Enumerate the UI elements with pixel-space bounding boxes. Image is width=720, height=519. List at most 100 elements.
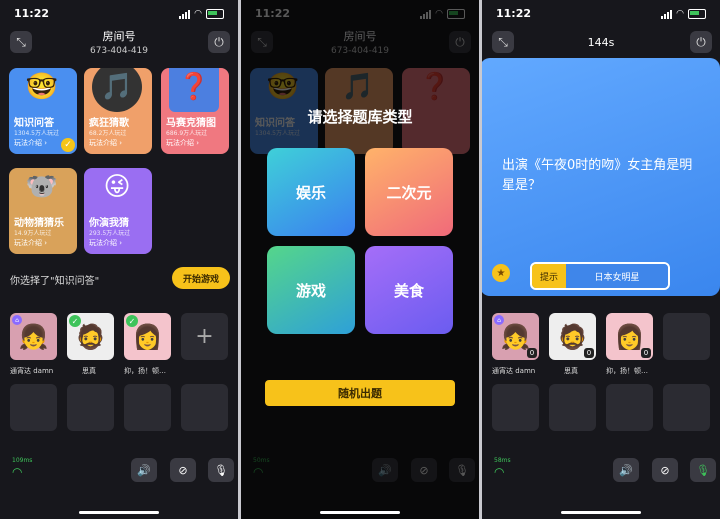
player-seat[interactable]: 👩 ✓ [124,313,171,360]
wifi-icon: ◠ [12,465,23,479]
hint-value: 日本女明星 [566,264,668,288]
empty-seat[interactable] [181,384,228,431]
mic-off-icon[interactable]: 🎙 [208,458,234,482]
category-count: 68.2万人玩过 [89,130,127,137]
phone-quiz-question: 11:22 ◠ ⤡ 144s ⏻ 出演《午夜0时的吻》女主角是明星是？ ★ 提示… [482,0,720,519]
wink-face-icon: 😜 [103,172,131,202]
overlay-title: 请选择题库类型 [307,108,413,126]
category-option-entertainment[interactable]: 娱乐 [267,148,355,236]
power-icon[interactable]: ⏻ [690,31,712,53]
score-badge: 0 [527,348,537,358]
category-name: 你演我猜 [89,218,129,229]
wifi-icon: ◠ [676,9,684,19]
player-name: 抑，扬！顿… [606,367,648,375]
room-number: 673-404-419 [89,46,149,56]
ready-check-icon: ✓ [126,315,138,327]
category-option-food[interactable]: 美食 [365,246,453,334]
add-seat-button[interactable]: + [181,313,228,360]
speaker-icon[interactable]: 🔊 [613,458,639,482]
host-icon: ⌂ [12,315,22,325]
screenshot-composite: 11:22 ◠ ⤡ 房间号 673-404-419 ⏻ 🤓 知识问答 1304.… [0,0,720,519]
music-disc-icon: 🎵 [92,68,142,112]
plus-icon: + [195,324,214,349]
home-indicator [79,511,159,514]
signal-icon [661,9,673,19]
score-badge: 0 [584,348,594,358]
question-text: 出演《午夜0时的吻》女主角是明星是？ [502,158,693,193]
player-name: 抑，扬！顿… [124,367,166,375]
category-name: 疯狂猜歌 [89,118,129,129]
player-seat[interactable]: 🧔 0 [549,313,596,360]
wifi-icon: ◠ [494,465,505,479]
category-name: 动物猜猜乐 [14,218,64,229]
home-indicator [320,511,400,514]
category-name: 知识问答 [14,118,54,129]
battery-icon [688,9,706,19]
category-intro-link[interactable]: 玩法介绍 › [89,238,122,248]
camera-off-icon[interactable]: ⊘ [652,458,678,482]
battery-icon [206,9,224,19]
category-intro-link[interactable]: 玩法介绍 › [89,138,122,148]
mic-on-icon[interactable]: 🎙 [690,458,716,482]
countdown-timer: 144s [587,36,615,49]
category-card-animal[interactable]: 🐨 动物猜猜乐 14.9万人玩过 玩法介绍 › [9,168,77,254]
hint-box[interactable]: 提示 日本女明星 [530,262,670,290]
power-icon[interactable]: ⏻ [208,31,230,53]
category-card-quiz[interactable]: 🤓 知识问答 1304.5万人玩过 玩法介绍 › ✓ [9,68,77,154]
hint-label: 提示 [532,264,566,288]
player-seat[interactable]: 🧔 ✓ [67,313,114,360]
status-icons: ◠ [661,9,706,19]
latency-text: 58ms [494,457,511,464]
status-time: 11:22 [496,7,532,20]
status-icons: ◠ [179,9,224,19]
signal-icon [179,9,191,19]
empty-seat[interactable] [67,384,114,431]
medal-icon: ★ [492,264,510,282]
empty-seat[interactable] [124,384,171,431]
speaker-icon[interactable]: 🔊 [131,458,157,482]
category-count: 1304.5万人玩过 [14,130,59,137]
start-game-button[interactable]: 开始游戏 [172,267,230,289]
empty-seat[interactable] [549,384,596,431]
category-count: 293.5万人玩过 [89,230,131,237]
host-icon: ⌂ [494,315,504,325]
score-badge: 0 [641,348,651,358]
category-card-song[interactable]: 🎵 疯狂猜歌 68.2万人玩过 玩法介绍 › [84,68,152,154]
question-card: 出演《午夜0时的吻》女主角是明星是？ ★ 提示 日本女明星 [482,58,720,296]
latency-text: 109ms [12,457,33,464]
empty-seat[interactable] [663,313,710,360]
random-question-button[interactable]: 随机出题 [265,380,455,406]
check-icon: ✓ [61,138,75,152]
empty-seat[interactable] [663,384,710,431]
room-label: 房间号 [102,30,136,43]
category-count: 14.9万人玩过 [14,230,52,237]
empty-seat[interactable] [10,384,57,431]
category-option-anime[interactable]: 二次元 [365,148,453,236]
category-intro-link[interactable]: 玩法介绍 › [14,138,47,148]
player-seat[interactable]: 👧 ⌂ [10,313,57,360]
phone-game-select: 11:22 ◠ ⤡ 房间号 673-404-419 ⏻ 🤓 知识问答 1304.… [0,0,238,519]
player-seat[interactable]: 👧 ⌂ 0 [492,313,539,360]
player-seat[interactable]: 👩 0 [606,313,653,360]
category-intro-link[interactable]: 玩法介绍 › [166,138,199,148]
ready-check-icon: ✓ [69,315,81,327]
category-option-game[interactable]: 游戏 [267,246,355,334]
room-info: 房间号 673-404-419 [0,28,238,56]
category-intro-link[interactable]: 玩法介绍 › [14,238,47,248]
phone-category-overlay: 11:22 ◠ ⤡ 房间号 673-404-419 ⏻ 🤓 知识问答 1304.… [241,0,479,519]
category-card-charades[interactable]: 😜 你演我猜 293.5万人玩过 玩法介绍 › [84,168,152,254]
selection-text: 你选择了"知识问答" [10,276,100,287]
home-indicator [561,511,641,514]
category-name: 马赛克猜图 [166,118,216,129]
koala-icon: 🐨 [25,172,59,202]
category-count: 686.9万人玩过 [166,130,208,137]
question-block-icon: ❓ [169,68,219,112]
status-time: 11:22 [14,7,50,20]
camera-off-icon[interactable]: ⊘ [170,458,196,482]
empty-seat[interactable] [606,384,653,431]
empty-seat[interactable] [492,384,539,431]
player-name: 通宵达 damn [10,367,54,375]
category-card-mosaic[interactable]: ❓ 马赛克猜图 686.9万人玩过 玩法介绍 › [161,68,229,154]
player-name: 通宵达 damn [492,367,536,375]
wifi-icon: ◠ [194,9,202,19]
